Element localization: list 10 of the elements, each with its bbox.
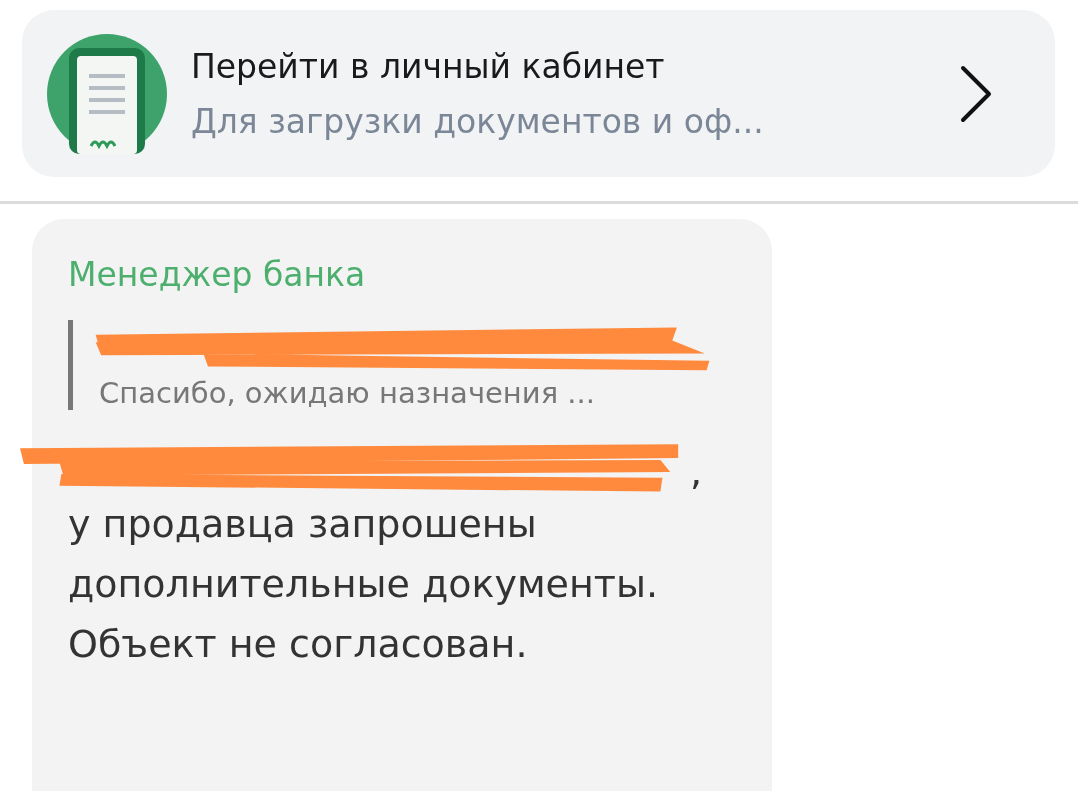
card-title: Перейти в личный кабинет — [191, 46, 666, 86]
card-subtitle: Для загрузки документов и оф... — [191, 101, 765, 141]
quote-text: Спасибо, ожидаю назначения ... — [99, 376, 596, 410]
document-icon — [47, 33, 167, 154]
message-text: у продавца запрошены дополнительные документы. Объект не согласован. — [68, 501, 660, 668]
sender-name: Менеджер банка — [68, 255, 367, 294]
chevron-right-icon — [959, 63, 993, 124]
reply-quote[interactable]: Спасибо, ожидаю назначения ... — [68, 320, 736, 410]
cabinet-link-card[interactable]: Перейти в личный кабинет Для загрузки документов и оф... — [22, 10, 1055, 177]
mention-comma: , — [690, 450, 703, 494]
